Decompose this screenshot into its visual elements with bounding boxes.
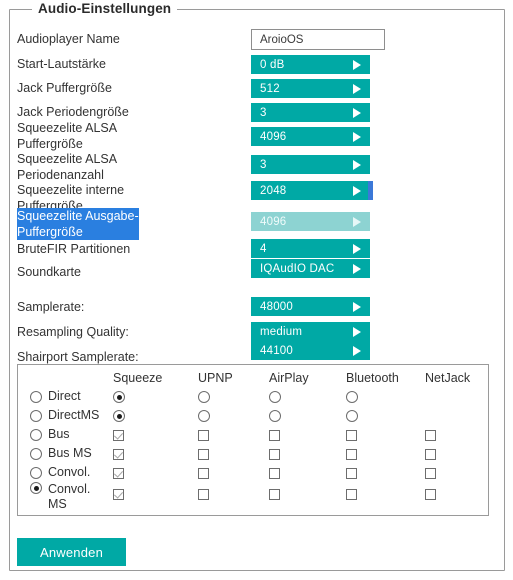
matrix-cell-bus-airplay[interactable] <box>269 430 280 441</box>
samplerate-select-shairport-samplerate[interactable]: 44100 <box>251 341 370 360</box>
matrix-mode-radio-direct[interactable] <box>30 391 42 403</box>
samplerate-label-resampling-quality: Resampling Quality: <box>17 325 129 339</box>
matrix-cell-directms-upnp[interactable] <box>198 410 210 422</box>
audio-settings-page: Audio-Einstellungen Audioplayer Name Star… <box>0 0 513 580</box>
matrix-cell-convol-squeeze[interactable] <box>113 468 124 479</box>
caret-right-icon <box>344 60 370 70</box>
setting-select-squeezelite-interne-puffergroesse-value: 2048 <box>260 184 287 197</box>
matrix-cell-directms-squeeze[interactable] <box>113 410 125 422</box>
samplerate-label-shairport-samplerate: Shairport Samplerate: <box>17 350 139 364</box>
setting-label-jack-periodengroesse: Jack Periodengröße <box>17 105 129 119</box>
matrix-row-label-convol: Convol. <box>48 465 91 479</box>
setting-select-brutefir-partitionen-value: 4 <box>260 242 267 255</box>
setting-select-squeezelite-interne-puffergroesse[interactable]: 2048 <box>251 181 370 200</box>
samplerate-label-samplerate: Samplerate: <box>17 300 85 314</box>
matrix-column-header-netjack: NetJack <box>425 371 471 385</box>
samplerate-select-samplerate-value: 48000 <box>260 300 293 313</box>
caret-right-icon <box>344 132 370 142</box>
matrix-cell-convol-ms-upnp[interactable] <box>198 489 209 500</box>
setting-label-squeezelite-ausgabe-puffergroesse: Squeezelite Ausgabe- Puffergröße <box>17 208 139 240</box>
setting-label-squeezelite-alsa-puffergroesse: Squeezelite ALSA Puffergröße <box>17 121 118 151</box>
samplerate-select-resampling-quality-value: medium <box>260 325 303 338</box>
matrix-cell-bus-ms-squeeze[interactable] <box>113 449 124 460</box>
setting-label-squeezelite-alsa-periodenanzahl: Squeezelite ALSA Periodenanzahl <box>17 152 118 182</box>
caret-right-icon <box>344 108 370 118</box>
setting-select-soundkarte-value: IQAudIO DAC <box>260 262 335 275</box>
matrix-row-label-convol-ms: Convol. MS <box>48 482 91 511</box>
setting-select-squeezelite-ausgabe-puffergroesse-value: 4096 <box>260 215 287 228</box>
setting-select-squeezelite-alsa-puffergroesse-value: 4096 <box>260 130 287 143</box>
setting-select-jack-periodengroesse-value: 3 <box>260 106 267 119</box>
matrix-mode-radio-convol-ms[interactable] <box>30 482 42 494</box>
matrix-mode-radio-bus[interactable] <box>30 429 42 441</box>
caret-right-icon <box>344 217 370 227</box>
setting-select-brutefir-partitionen[interactable]: 4 <box>251 239 370 258</box>
matrix-cell-direct-upnp[interactable] <box>198 391 210 403</box>
matrix-cell-directms-bluetooth[interactable] <box>346 410 358 422</box>
page-title: Audio-Einstellungen <box>32 1 178 16</box>
samplerate-select-samplerate[interactable]: 48000 <box>251 297 370 316</box>
setting-select-jack-puffergroesse[interactable]: 512 <box>251 79 370 98</box>
matrix-column-header-bluetooth: Bluetooth <box>346 371 399 385</box>
setting-select-jack-periodengroesse[interactable]: 3 <box>251 103 370 122</box>
samplerate-select-shairport-samplerate-value: 44100 <box>260 344 293 357</box>
setting-select-squeezelite-alsa-puffergroesse[interactable]: 4096 <box>251 127 370 146</box>
matrix-column-header-squeeze: Squeeze <box>113 371 163 385</box>
matrix-cell-convol-airplay[interactable] <box>269 468 280 479</box>
matrix-cell-direct-squeeze[interactable] <box>113 391 125 403</box>
caret-right-icon <box>344 244 370 254</box>
audioplayer-name-input[interactable] <box>251 29 385 50</box>
matrix-mode-radio-directms[interactable] <box>30 410 42 422</box>
matrix-cell-bus-netjack[interactable] <box>425 430 436 441</box>
matrix-cell-bus-bluetooth[interactable] <box>346 430 357 441</box>
setting-select-squeezelite-alsa-periodenanzahl-value: 3 <box>260 158 267 171</box>
setting-label-soundkarte: Soundkarte <box>17 265 81 279</box>
setting-select-start-lautstaerke[interactable]: 0 dB <box>251 55 370 74</box>
dropdown-focus-edge <box>368 181 373 200</box>
matrix-cell-convol-ms-squeeze[interactable] <box>113 489 124 500</box>
caret-right-icon <box>344 327 370 337</box>
matrix-cell-bus-ms-netjack[interactable] <box>425 449 436 460</box>
setting-select-start-lautstaerke-value: 0 dB <box>260 58 285 71</box>
matrix-mode-radio-bus-ms[interactable] <box>30 448 42 460</box>
setting-select-jack-puffergroesse-value: 512 <box>260 82 280 95</box>
matrix-row-label-bus-ms: Bus MS <box>48 446 92 460</box>
matrix-cell-direct-bluetooth[interactable] <box>346 391 358 403</box>
setting-select-soundkarte[interactable]: IQAudIO DAC <box>251 259 370 278</box>
matrix-cell-bus-ms-bluetooth[interactable] <box>346 449 357 460</box>
matrix-cell-convol-ms-netjack[interactable] <box>425 489 436 500</box>
caret-right-icon <box>344 160 370 170</box>
caret-right-icon <box>344 84 370 94</box>
matrix-cell-convol-upnp[interactable] <box>198 468 209 479</box>
matrix-row-label-bus: Bus <box>48 427 70 441</box>
matrix-cell-convol-bluetooth[interactable] <box>346 468 357 479</box>
matrix-cell-bus-ms-upnp[interactable] <box>198 449 209 460</box>
setting-label-jack-puffergroesse: Jack Puffergröße <box>17 81 112 95</box>
matrix-cell-bus-ms-airplay[interactable] <box>269 449 280 460</box>
matrix-cell-convol-ms-airplay[interactable] <box>269 489 280 500</box>
matrix-cell-convol-ms-bluetooth[interactable] <box>346 489 357 500</box>
setting-select-squeezelite-alsa-periodenanzahl[interactable]: 3 <box>251 155 370 174</box>
setting-select-squeezelite-ausgabe-puffergroesse[interactable]: 4096 <box>251 212 370 231</box>
setting-label-start-lautstaerke: Start-Lautstärke <box>17 57 106 71</box>
matrix-mode-radio-convol[interactable] <box>30 467 42 479</box>
apply-button[interactable]: Anwenden <box>17 538 126 566</box>
matrix-cell-directms-airplay[interactable] <box>269 410 281 422</box>
matrix-cell-convol-netjack[interactable] <box>425 468 436 479</box>
caret-right-icon <box>344 186 370 196</box>
setting-label-brutefir-partitionen: BruteFIR Partitionen <box>17 242 131 256</box>
caret-right-icon <box>344 346 370 356</box>
matrix-row-label-directms: DirectMS <box>48 408 100 422</box>
matrix-column-header-airplay: AirPlay <box>269 371 309 385</box>
matrix-cell-direct-airplay[interactable] <box>269 391 281 403</box>
matrix-cell-bus-upnp[interactable] <box>198 430 209 441</box>
routing-matrix: Squeeze UPNP AirPlay Bluetooth NetJack Direct… <box>17 364 489 516</box>
audioplayer-name-label: Audioplayer Name <box>17 32 120 46</box>
caret-right-icon <box>344 302 370 312</box>
caret-right-icon <box>344 264 370 274</box>
samplerate-select-resampling-quality[interactable]: medium <box>251 322 370 341</box>
matrix-column-header-upnp: UPNP <box>198 371 233 385</box>
matrix-cell-bus-squeeze[interactable] <box>113 430 124 441</box>
matrix-row-label-direct: Direct <box>48 389 81 403</box>
